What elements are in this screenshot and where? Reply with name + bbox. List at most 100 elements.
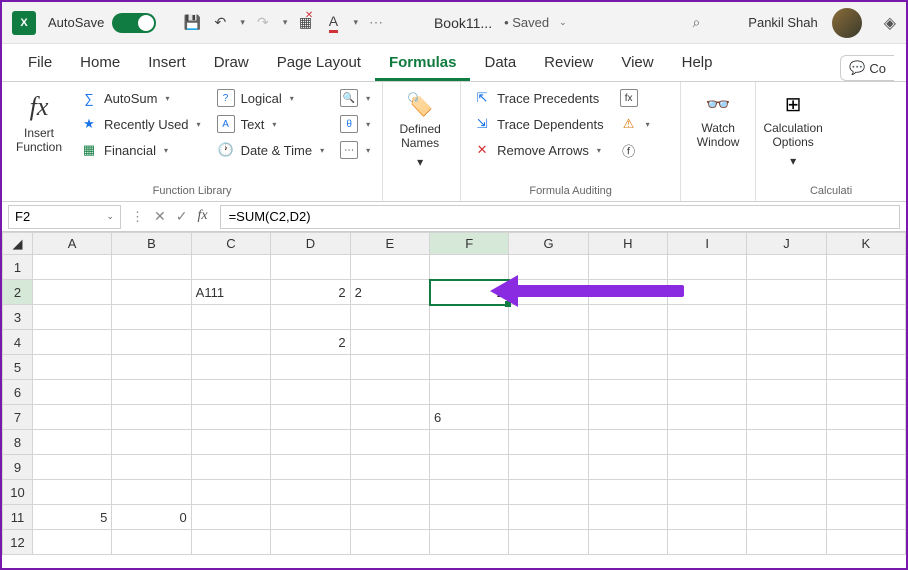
clear-format-icon[interactable]: ▦✕ bbox=[295, 13, 315, 33]
comments-button[interactable]: 💬 Co bbox=[840, 55, 894, 81]
remove-arrows-button[interactable]: ✕Remove Arrows▾ bbox=[467, 138, 609, 162]
lookup-icon: 🔍 bbox=[340, 89, 358, 107]
enter-icon[interactable]: ✓ bbox=[176, 208, 188, 225]
cell[interactable]: 0 bbox=[112, 505, 191, 530]
logical-button[interactable]: ?Logical▾ bbox=[211, 86, 331, 110]
tab-help[interactable]: Help bbox=[668, 46, 727, 81]
tab-draw[interactable]: Draw bbox=[200, 46, 263, 81]
recently-used-button[interactable]: ★Recently Used▾ bbox=[74, 112, 207, 136]
tab-insert[interactable]: Insert bbox=[134, 46, 200, 81]
row-header[interactable]: 8 bbox=[3, 430, 33, 455]
chevron-down-icon[interactable]: ⌄ bbox=[106, 211, 114, 222]
money-icon: ▦ bbox=[80, 141, 98, 159]
calculation-label: Calculati bbox=[762, 183, 900, 199]
precedents-icon: ⇱ bbox=[473, 89, 491, 107]
document-title[interactable]: Book11... bbox=[434, 15, 492, 31]
tab-file[interactable]: File bbox=[14, 46, 66, 81]
col-header[interactable]: C bbox=[191, 233, 271, 255]
col-header[interactable]: B bbox=[112, 233, 191, 255]
trace-dependents-button[interactable]: ⇲Trace Dependents bbox=[467, 112, 609, 136]
row-header[interactable]: 9 bbox=[3, 455, 33, 480]
math-button[interactable]: θ▾ bbox=[334, 112, 376, 136]
col-header[interactable]: E bbox=[350, 233, 429, 255]
text-icon: A bbox=[217, 115, 235, 133]
row-header[interactable]: 7 bbox=[3, 405, 33, 430]
tag-icon: 🏷️ bbox=[406, 92, 433, 118]
diamond-icon[interactable]: ◈ bbox=[884, 13, 896, 33]
formula-auditing-label: Formula Auditing bbox=[467, 183, 674, 199]
row-header[interactable]: 6 bbox=[3, 380, 33, 405]
col-header[interactable]: K bbox=[826, 233, 905, 255]
search-icon[interactable]: ⌕ bbox=[692, 14, 700, 31]
watch-window-button[interactable]: 👓 Watch Window bbox=[687, 86, 749, 156]
cancel-icon[interactable]: ✕ bbox=[154, 208, 166, 225]
tab-review[interactable]: Review bbox=[530, 46, 607, 81]
save-icon[interactable]: 💾 bbox=[182, 13, 202, 33]
calculation-options-button[interactable]: ⊞ Calculation Options▾ bbox=[762, 86, 824, 174]
row-header[interactable]: 10 bbox=[3, 480, 33, 505]
row-header[interactable]: 1 bbox=[3, 255, 33, 280]
fx-icon[interactable]: fx bbox=[197, 208, 207, 225]
evaluate-icon: ⓕ bbox=[620, 141, 638, 159]
warning-icon: ⚠ bbox=[620, 115, 638, 133]
show-formulas-button[interactable]: fx bbox=[614, 86, 656, 110]
row-header[interactable]: 5 bbox=[3, 355, 33, 380]
error-check-button[interactable]: ⚠▾ bbox=[614, 112, 656, 136]
undo-icon[interactable]: ↶ bbox=[210, 13, 230, 33]
tab-formulas[interactable]: Formulas bbox=[375, 46, 471, 81]
text-button[interactable]: AText▾ bbox=[211, 112, 331, 136]
tab-home[interactable]: Home bbox=[66, 46, 134, 81]
autosum-button[interactable]: ∑AutoSum▾ bbox=[74, 86, 207, 110]
comment-icon: 💬 bbox=[849, 60, 865, 76]
defined-names-button[interactable]: 🏷️ Defined Names▾ bbox=[389, 86, 451, 175]
formula-input[interactable]: =SUM(C2,D2) bbox=[220, 205, 900, 229]
calc-icon: ⊞ bbox=[785, 92, 802, 117]
more-icon[interactable]: ⋯ bbox=[366, 13, 386, 33]
more-fn-icon: ⋯ bbox=[340, 141, 358, 159]
row-header[interactable]: 12 bbox=[3, 530, 33, 555]
font-color-icon[interactable]: A bbox=[323, 13, 343, 33]
col-header[interactable]: G bbox=[509, 233, 588, 255]
col-header[interactable]: D bbox=[271, 233, 350, 255]
annotation-arrow bbox=[514, 285, 684, 297]
row-header[interactable]: 11 bbox=[3, 505, 33, 530]
col-header[interactable]: F bbox=[430, 233, 509, 255]
row-header[interactable]: 3 bbox=[3, 305, 33, 330]
title-chevron-icon[interactable]: ⌄ bbox=[559, 17, 567, 28]
cell[interactable]: 5 bbox=[32, 505, 111, 530]
datetime-button[interactable]: 🕐Date & Time▾ bbox=[211, 138, 331, 162]
cell[interactable]: A111 bbox=[191, 280, 271, 305]
remove-arrows-icon: ✕ bbox=[473, 141, 491, 159]
col-header[interactable]: H bbox=[588, 233, 667, 255]
avatar[interactable] bbox=[832, 8, 862, 38]
showfx-icon: fx bbox=[620, 89, 638, 107]
tab-view[interactable]: View bbox=[607, 46, 667, 81]
row-header[interactable]: 2 bbox=[3, 280, 33, 305]
col-header[interactable]: I bbox=[668, 233, 747, 255]
col-header[interactable]: A bbox=[32, 233, 111, 255]
row-header[interactable]: 4 bbox=[3, 330, 33, 355]
cell[interactable]: 2 bbox=[350, 280, 429, 305]
user-name[interactable]: Pankil Shah bbox=[748, 15, 817, 30]
sigma-icon: ∑ bbox=[80, 89, 98, 107]
evaluate-button[interactable]: ⓕ bbox=[614, 138, 656, 162]
tab-data[interactable]: Data bbox=[470, 46, 530, 81]
trace-precedents-button[interactable]: ⇱Trace Precedents bbox=[467, 86, 609, 110]
save-status: • Saved bbox=[504, 15, 549, 30]
excel-logo: X bbox=[12, 11, 36, 35]
name-box[interactable]: F2 ⌄ bbox=[8, 205, 121, 229]
cell[interactable]: 6 bbox=[430, 405, 509, 430]
select-all-corner[interactable]: ◢ bbox=[3, 233, 33, 255]
redo-icon[interactable]: ↷ bbox=[253, 13, 273, 33]
insert-function-button[interactable]: fx Insert Function bbox=[8, 86, 70, 161]
cell[interactable]: 2 bbox=[271, 330, 350, 355]
col-header[interactable]: J bbox=[747, 233, 826, 255]
lookup-button[interactable]: 🔍▾ bbox=[334, 86, 376, 110]
tab-pagelayout[interactable]: Page Layout bbox=[263, 46, 375, 81]
spreadsheet-grid[interactable]: ◢ A B C D E F G H I J K 1 2A111222 3 42 … bbox=[2, 232, 906, 555]
more-functions-button[interactable]: ⋯▾ bbox=[334, 138, 376, 162]
financial-button[interactable]: ▦Financial▾ bbox=[74, 138, 207, 162]
clock-icon: 🕐 bbox=[217, 141, 235, 159]
cell[interactable]: 2 bbox=[271, 280, 350, 305]
autosave-toggle[interactable] bbox=[112, 13, 156, 33]
